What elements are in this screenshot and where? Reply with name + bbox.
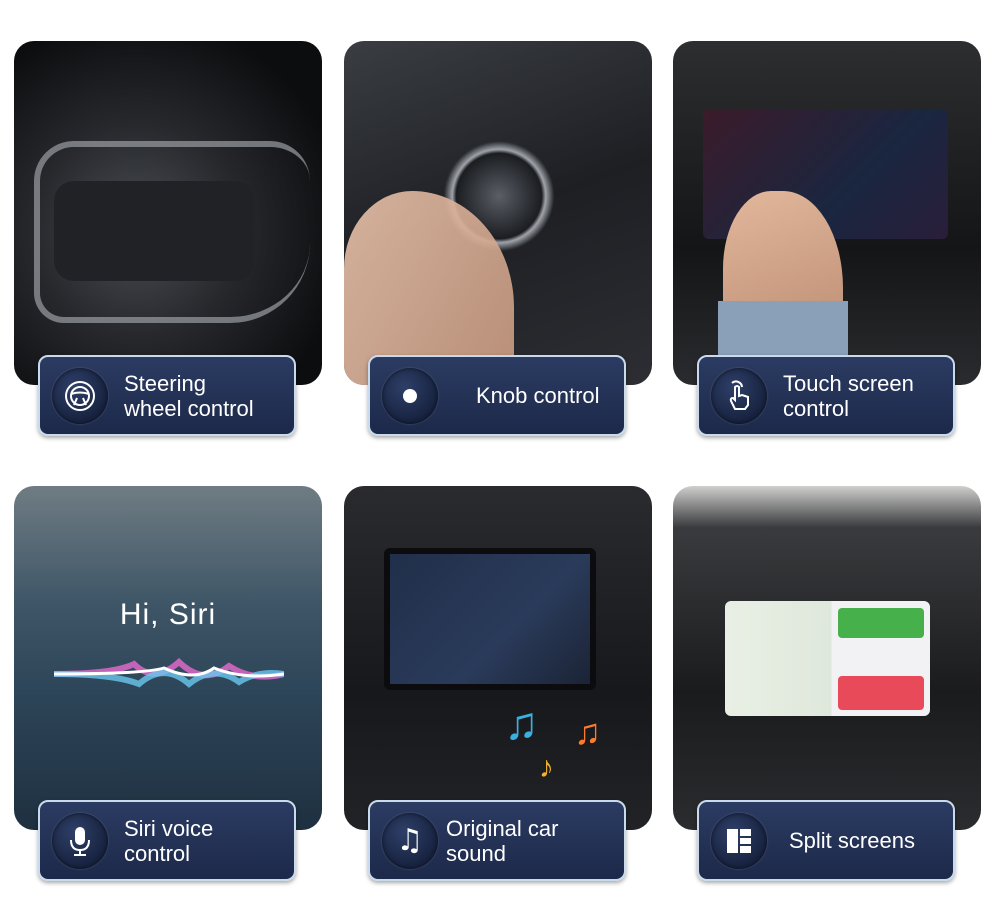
knob-dot-icon	[382, 367, 438, 424]
label-line: wheel control	[124, 395, 254, 421]
label-line: Knob control	[476, 383, 600, 408]
label-line: Original car sound	[446, 815, 559, 866]
label-line: Steering	[124, 370, 206, 396]
feature-label-split-screens: Split screens	[697, 800, 955, 881]
feature-label-touch-screen: Touch screen control	[697, 355, 955, 436]
steering-wheel-photo	[14, 41, 322, 385]
siri-waveform	[54, 657, 284, 688]
music-note-icon: ♫	[382, 812, 438, 869]
feature-label-siri: Siri voice control	[38, 800, 296, 881]
label-line: Touch screen	[783, 370, 914, 396]
touch-hand-icon	[711, 367, 767, 424]
feature-label-steering-wheel: Steering wheel control	[38, 355, 296, 436]
label-line: Siri voice	[124, 815, 214, 841]
knob-photo	[344, 41, 652, 385]
siri-greeting: Hi, Siri	[119, 598, 217, 631]
label-line: Split screens	[789, 828, 915, 853]
siri-photo: Hi, Siri	[14, 486, 322, 830]
music-note-decoration: ♫	[574, 711, 601, 752]
touch-screen-photo	[673, 41, 981, 385]
car-sound-photo: ♫ ♫ ♪	[344, 486, 652, 830]
music-note-decoration: ♫	[504, 697, 539, 749]
split-screen-icon	[711, 812, 767, 869]
label-line: control	[783, 395, 850, 421]
steering-wheel-icon	[52, 367, 108, 424]
microphone-icon	[52, 812, 108, 869]
label-line: control	[124, 840, 191, 866]
music-note-decoration: ♪	[539, 751, 554, 784]
feature-label-knob: Knob control	[368, 355, 626, 436]
split-screen-photo	[673, 486, 981, 830]
feature-label-car-sound: ♫ Original car sound	[368, 800, 626, 881]
